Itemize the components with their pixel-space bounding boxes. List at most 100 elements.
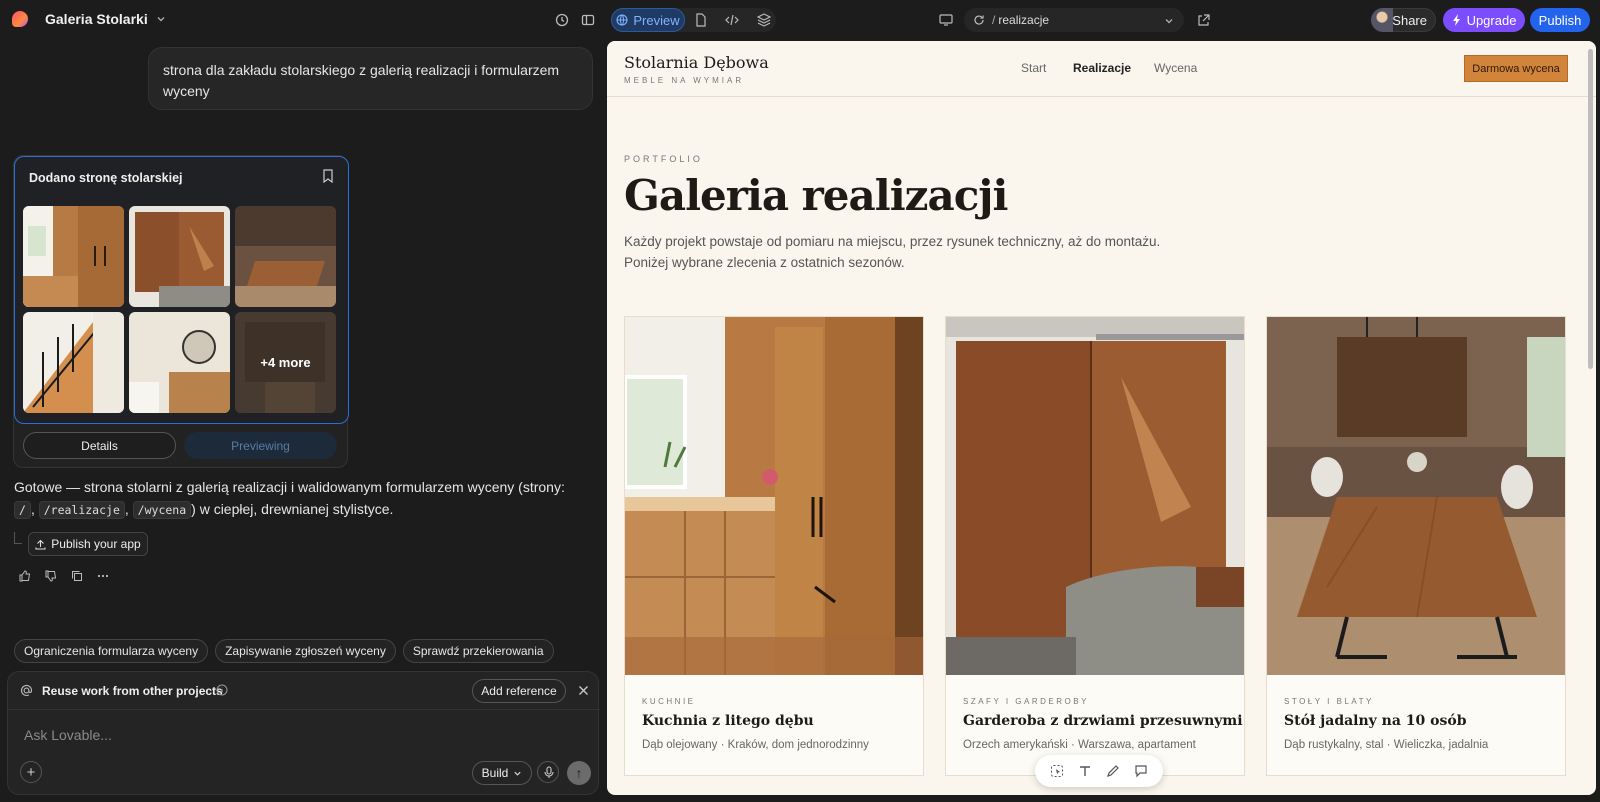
microphone-button[interactable]	[537, 761, 559, 783]
chevron-down-icon	[514, 771, 521, 776]
project-card[interactable]: STOŁY I BLATY Stół jadalny na 10 osób Dą…	[1266, 316, 1566, 776]
result-card-title: Dodano stronę stolarskiej	[29, 171, 183, 185]
at-sign-icon	[20, 684, 33, 696]
text-tool-icon[interactable]	[1078, 764, 1092, 778]
previewing-button[interactable]: Previewing	[184, 432, 337, 459]
section-kicker: PORTFOLIO	[624, 154, 703, 164]
thumbnail-stairs[interactable]	[23, 312, 124, 413]
site-tagline: MEBLE NA WYMIAR	[624, 76, 745, 85]
project-kicker: SZAFY I GARDEROBY	[963, 697, 1089, 706]
build-mode-select[interactable]: Build	[472, 761, 532, 785]
message-actions	[19, 570, 109, 582]
route-root: /	[14, 501, 31, 519]
result-card: Dodano stronę stolarskiej +4 more Detail…	[13, 155, 349, 468]
result-card-preview[interactable]: Dodano stronę stolarskiej +4 more	[14, 156, 349, 424]
file-icon[interactable]	[693, 12, 709, 28]
suggestion-chip[interactable]: Sprawdź przekierowania	[402, 639, 554, 663]
thumbs-down-icon[interactable]	[45, 570, 57, 582]
suggestion-chip[interactable]: Ograniczenia formularza wyceny	[14, 639, 209, 663]
upload-icon	[35, 539, 46, 550]
project-switcher[interactable]: Galeria Stolarki	[45, 11, 166, 27]
more-images-label: +4 more	[235, 312, 336, 413]
nav-start[interactable]: Start	[1021, 61, 1046, 75]
globe-icon	[616, 14, 628, 26]
project-card[interactable]: KUCHNIE Kuchnia z litego dębu Dąb olejow…	[624, 316, 924, 776]
more-horizontal-icon[interactable]	[97, 570, 109, 582]
route-wycena: /wycena	[132, 501, 192, 519]
free-quote-button[interactable]: Darmowa wycena	[1464, 55, 1568, 82]
microphone-icon	[544, 766, 554, 778]
preview-scrollbar[interactable]	[1588, 49, 1593, 369]
upgrade-button[interactable]: Upgrade	[1443, 8, 1525, 32]
history-icon[interactable]	[554, 12, 570, 28]
project-description: Dąb rustykalny, stal · Wieliczka, jadaln…	[1284, 739, 1489, 751]
add-reference-button[interactable]: Add reference	[472, 679, 566, 703]
desktop-view-icon[interactable]	[938, 12, 954, 28]
url-bar[interactable]: / realizacje	[964, 8, 1184, 32]
nav-wycena[interactable]: Wycena	[1154, 61, 1197, 75]
thread-connector	[14, 532, 22, 544]
reuse-label: Reuse work from other projects	[42, 684, 223, 698]
details-button[interactable]: Details	[23, 432, 176, 459]
project-description: Dąb olejowany · Kraków, dom jednorodzinn…	[642, 739, 869, 751]
app-window: Galeria Stolarki Preview / realizacje Sh…	[0, 0, 1600, 802]
page-lead: Każdy projekt powstaje od pomiaru na mie…	[624, 234, 1161, 270]
nav-realizacje[interactable]: Realizacje	[1073, 61, 1131, 75]
assistant-answer: Gotowe — strona stolarni z galerią reali…	[14, 479, 565, 519]
url-path: realizacje	[998, 13, 1050, 27]
layers-icon[interactable]	[756, 12, 772, 28]
edit-toolbar	[1035, 755, 1163, 787]
chat-composer: Reuse work from other projects Add refer…	[7, 671, 600, 795]
lovable-logo-icon[interactable]	[12, 11, 28, 27]
project-image-wardrobe	[946, 317, 1244, 675]
bookmark-icon[interactable]	[322, 169, 334, 183]
site-header: Stolarnia Dębowa MEBLE NA WYMIAR Start R…	[607, 41, 1596, 97]
arrow-up-icon: ↑	[575, 765, 583, 781]
project-image-kitchen	[625, 317, 923, 675]
reuse-banner: Reuse work from other projects Add refer…	[8, 672, 600, 710]
project-name: Galeria Stolarki	[45, 11, 148, 27]
chevron-down-icon	[157, 17, 165, 22]
copy-icon[interactable]	[71, 570, 83, 582]
thumbnail-kitchen[interactable]	[23, 206, 124, 307]
code-icon[interactable]	[724, 12, 740, 28]
project-image-dining-table	[1267, 317, 1565, 675]
publish-button[interactable]: Publish	[1530, 8, 1590, 32]
chevron-down-icon[interactable]	[1164, 16, 1174, 26]
thumbs-up-icon[interactable]	[19, 570, 31, 582]
preview-pane: Stolarnia Dębowa MEBLE NA WYMIAR Start R…	[607, 41, 1596, 795]
info-icon[interactable]	[216, 684, 228, 696]
close-icon[interactable]	[578, 685, 589, 696]
project-description: Orzech amerykański · Warszawa, apartamen…	[963, 739, 1196, 751]
suggestion-chips: Ograniczenia formularza wyceny Zapisywan…	[14, 639, 554, 663]
open-external-icon[interactable]	[1195, 12, 1211, 28]
select-element-icon[interactable]	[1050, 764, 1064, 778]
project-card[interactable]: SZAFY I GARDEROBY Garderoba z drzwiami p…	[945, 316, 1245, 776]
project-kicker: KUCHNIE	[642, 697, 696, 706]
project-kicker: STOŁY I BLATY	[1284, 697, 1374, 706]
user-prompt-bubble: strona dla zakładu stolarskiego z galeri…	[148, 47, 593, 110]
avatar[interactable]	[1371, 8, 1393, 32]
publish-app-button[interactable]: Publish your app	[28, 532, 148, 556]
attach-button[interactable]: +	[20, 761, 42, 783]
thumbnail-bathroom[interactable]	[129, 312, 230, 413]
comment-icon[interactable]	[1134, 764, 1148, 778]
sidebar-toggle-icon[interactable]	[580, 12, 596, 28]
refresh-icon[interactable]	[973, 14, 985, 26]
site-brand[interactable]: Stolarnia Dębowa	[624, 53, 769, 72]
project-title: Stół jadalny na 10 osób	[1284, 713, 1467, 729]
route-realizacje: /realizacje	[38, 501, 125, 519]
top-bar: Galeria Stolarki Preview / realizacje Sh…	[0, 0, 1600, 40]
preview-button[interactable]: Preview	[611, 8, 685, 32]
thumbnail-more[interactable]: +4 more	[235, 312, 336, 413]
pencil-icon[interactable]	[1106, 764, 1120, 778]
thumbnail-wardrobe[interactable]	[129, 206, 230, 307]
send-button[interactable]: ↑	[567, 761, 591, 785]
lightning-icon	[1452, 14, 1460, 26]
project-title: Kuchnia z litego dębu	[642, 713, 814, 729]
composer-input[interactable]: Ask Lovable...	[24, 727, 112, 743]
project-title: Garderoba z drzwiami przesuwnymi	[963, 713, 1243, 729]
suggestion-chip[interactable]: Zapisywanie zgłoszeń wyceny	[215, 639, 396, 663]
page-title: Galeria realizacji	[624, 171, 1008, 220]
thumbnail-dining-table[interactable]	[235, 206, 336, 307]
